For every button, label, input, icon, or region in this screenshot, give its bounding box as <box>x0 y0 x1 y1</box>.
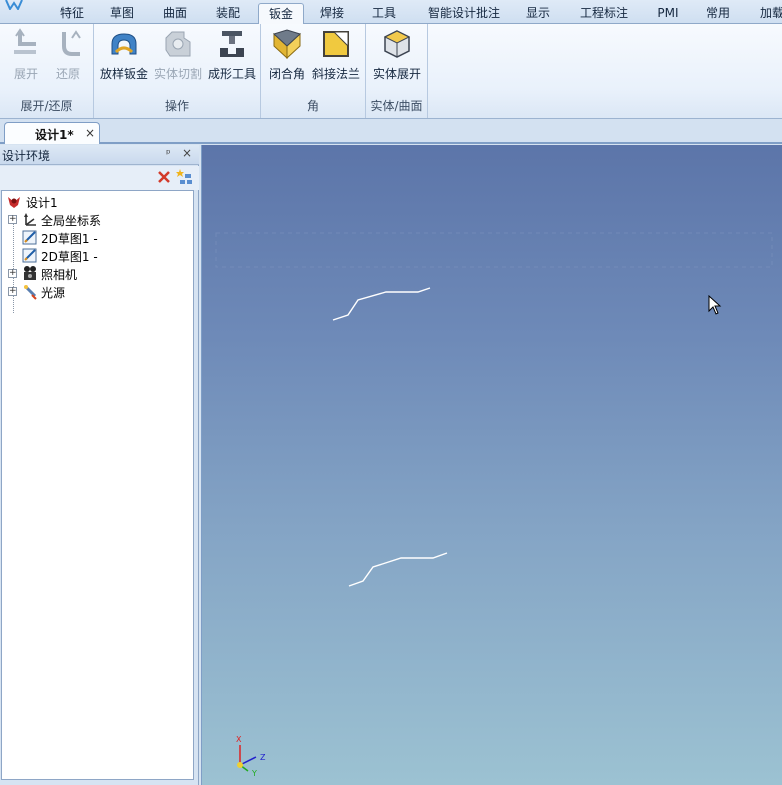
panel-toolbar <box>0 166 199 190</box>
closed-corner-icon <box>273 29 301 60</box>
tree-node-label: 照相机 <box>41 268 78 282</box>
ribbon-tab-bar: 特征 草图 曲面 装配 钣金 焊接 工具 智能设计批注 显示 工程标注 PMI … <box>0 0 782 25</box>
document-tab[interactable]: 设计1* × <box>4 122 100 144</box>
closed-corner-label: 闭合角 <box>268 67 305 81</box>
loft-sheet-button[interactable]: 放样钣金 <box>98 28 150 88</box>
tab-feature[interactable]: 特征 <box>50 3 94 25</box>
tree-node-label: 光源 <box>41 286 66 300</box>
expand-icon[interactable]: + <box>8 269 17 278</box>
tab-tools[interactable]: 工具 <box>362 3 406 25</box>
group-label-operations: 操作 <box>164 99 189 113</box>
group-operations: 放样钣金 实体切割 成形工具 操作 <box>94 24 261 118</box>
tab-surface[interactable]: 曲面 <box>153 3 197 25</box>
document-tab-close-icon[interactable]: × <box>85 126 95 140</box>
tree-node-design-root[interactable]: 设计1 <box>4 193 184 211</box>
group-solid-surface: 实体展开 实体/曲面 <box>366 24 428 118</box>
tree-node-label: 2D草图1 - <box>41 232 98 246</box>
unfold-label: 展开 <box>13 67 38 81</box>
tree-node-label: 2D草图1 - <box>41 250 98 264</box>
pin-icon[interactable]: ᵖ <box>166 147 171 160</box>
sketch-profile-lower[interactable] <box>348 552 448 587</box>
group-corner: 闭合角 斜接法兰 角 <box>261 24 366 118</box>
group-label-solid-surface: 实体/曲面 <box>370 99 423 113</box>
tree-node-sketch-2[interactable]: 2D草图1 - <box>8 247 188 265</box>
tab-display[interactable]: 显示 <box>516 3 560 25</box>
sketch-icon <box>22 230 37 245</box>
panel-close-icon[interactable]: × <box>182 146 192 160</box>
restore-button[interactable]: 还原 <box>48 28 88 88</box>
axis-label-z: Z <box>260 753 266 762</box>
group-unfold-restore: 展开 还原 展开/还原 <box>0 24 94 118</box>
design-tree: 设计1 + 全局坐标系 2D草图1 - 2D草图1 - + 照相机 + 光源 <box>1 190 194 780</box>
tree-node-sketch-1[interactable]: 2D草图1 - <box>8 229 188 247</box>
panel-header: 设计环境 ᵖ × <box>0 145 199 165</box>
loft-sheet-icon <box>111 33 137 55</box>
tree-node-camera[interactable]: + 照相机 <box>8 265 188 283</box>
miter-flange-button[interactable]: 斜接法兰 <box>309 28 363 88</box>
faint-plane-outline <box>215 232 773 268</box>
new-item-icon[interactable] <box>175 168 193 186</box>
forming-tool-label: 成形工具 <box>207 67 256 81</box>
design-root-icon <box>8 197 20 208</box>
panel-title: 设计环境 <box>2 149 51 163</box>
miter-flange-icon <box>323 31 349 57</box>
camera-icon <box>24 266 36 280</box>
tab-pmi[interactable]: PMI <box>648 3 688 25</box>
tab-smart-annotation[interactable]: 智能设计批注 <box>418 3 510 25</box>
document-tab-strip: 设计1* × <box>0 119 782 144</box>
light-icon <box>23 284 37 300</box>
tree-node-label: 全局坐标系 <box>41 214 102 228</box>
tab-common[interactable]: 常用 <box>698 3 738 25</box>
unfold-icon <box>14 28 36 54</box>
tab-sheet-metal[interactable]: 钣金 <box>258 3 304 25</box>
miter-flange-label: 斜接法兰 <box>311 67 360 81</box>
restore-label: 还原 <box>55 67 80 81</box>
coordinate-system-icon <box>24 213 36 226</box>
tree-node-label: 设计1 <box>26 196 58 210</box>
delete-icon[interactable] <box>156 169 172 185</box>
axis-label-x: X <box>236 735 242 744</box>
refold-icon <box>62 30 81 56</box>
solid-unfold-icon <box>383 30 411 58</box>
mouse-cursor-icon <box>708 295 722 315</box>
tree-node-light[interactable]: + 光源 <box>8 283 188 301</box>
closed-corner-button[interactable]: 闭合角 <box>267 28 307 88</box>
tab-sketch[interactable]: 草图 <box>100 3 144 25</box>
solid-cut-button[interactable]: 实体切割 <box>152 28 204 88</box>
scene-canvas <box>215 232 773 587</box>
tab-weld[interactable]: 焊接 <box>310 3 354 25</box>
tab-engineering-annotation[interactable]: 工程标注 <box>572 3 636 25</box>
app-logo-icon[interactable] <box>4 0 30 10</box>
design-environment-panel: 设计环境 ᵖ × 设计1 + 全局坐标系 2D草图1 - 2D草图1 - + 照… <box>0 145 199 785</box>
loft-sheet-label: 放样钣金 <box>99 67 148 81</box>
sketch-icon <box>22 248 37 263</box>
solid-cut-label: 实体切割 <box>153 67 202 81</box>
solid-unfold-button[interactable]: 实体展开 <box>370 28 424 88</box>
3d-viewport[interactable]: X Z Y <box>201 145 782 785</box>
forming-tool-button[interactable]: 成形工具 <box>206 28 258 88</box>
tab-assembly[interactable]: 装配 <box>206 3 250 25</box>
solid-cut-icon <box>165 31 191 57</box>
ribbon-panel: 展开 还原 展开/还原 放样钣金 实体切割 成形工具 操作 闭合角 斜接法兰 角… <box>0 24 782 119</box>
unfold-button[interactable]: 展开 <box>6 28 46 88</box>
solid-unfold-label: 实体展开 <box>372 67 421 81</box>
group-label-corner: 角 <box>306 99 319 113</box>
group-label-unfold-restore: 展开/还原 <box>20 99 73 113</box>
expand-icon[interactable]: + <box>8 287 17 296</box>
tab-load[interactable]: 加载 <box>752 3 782 25</box>
expand-icon[interactable]: + <box>8 215 17 224</box>
forming-tool-icon <box>220 31 244 57</box>
document-tab-label: 设计1* <box>35 128 74 142</box>
sketch-profile-upper[interactable] <box>332 287 431 321</box>
tree-node-global-coordinate-system[interactable]: + 全局坐标系 <box>8 211 188 229</box>
axis-label-y: Y <box>252 769 257 778</box>
